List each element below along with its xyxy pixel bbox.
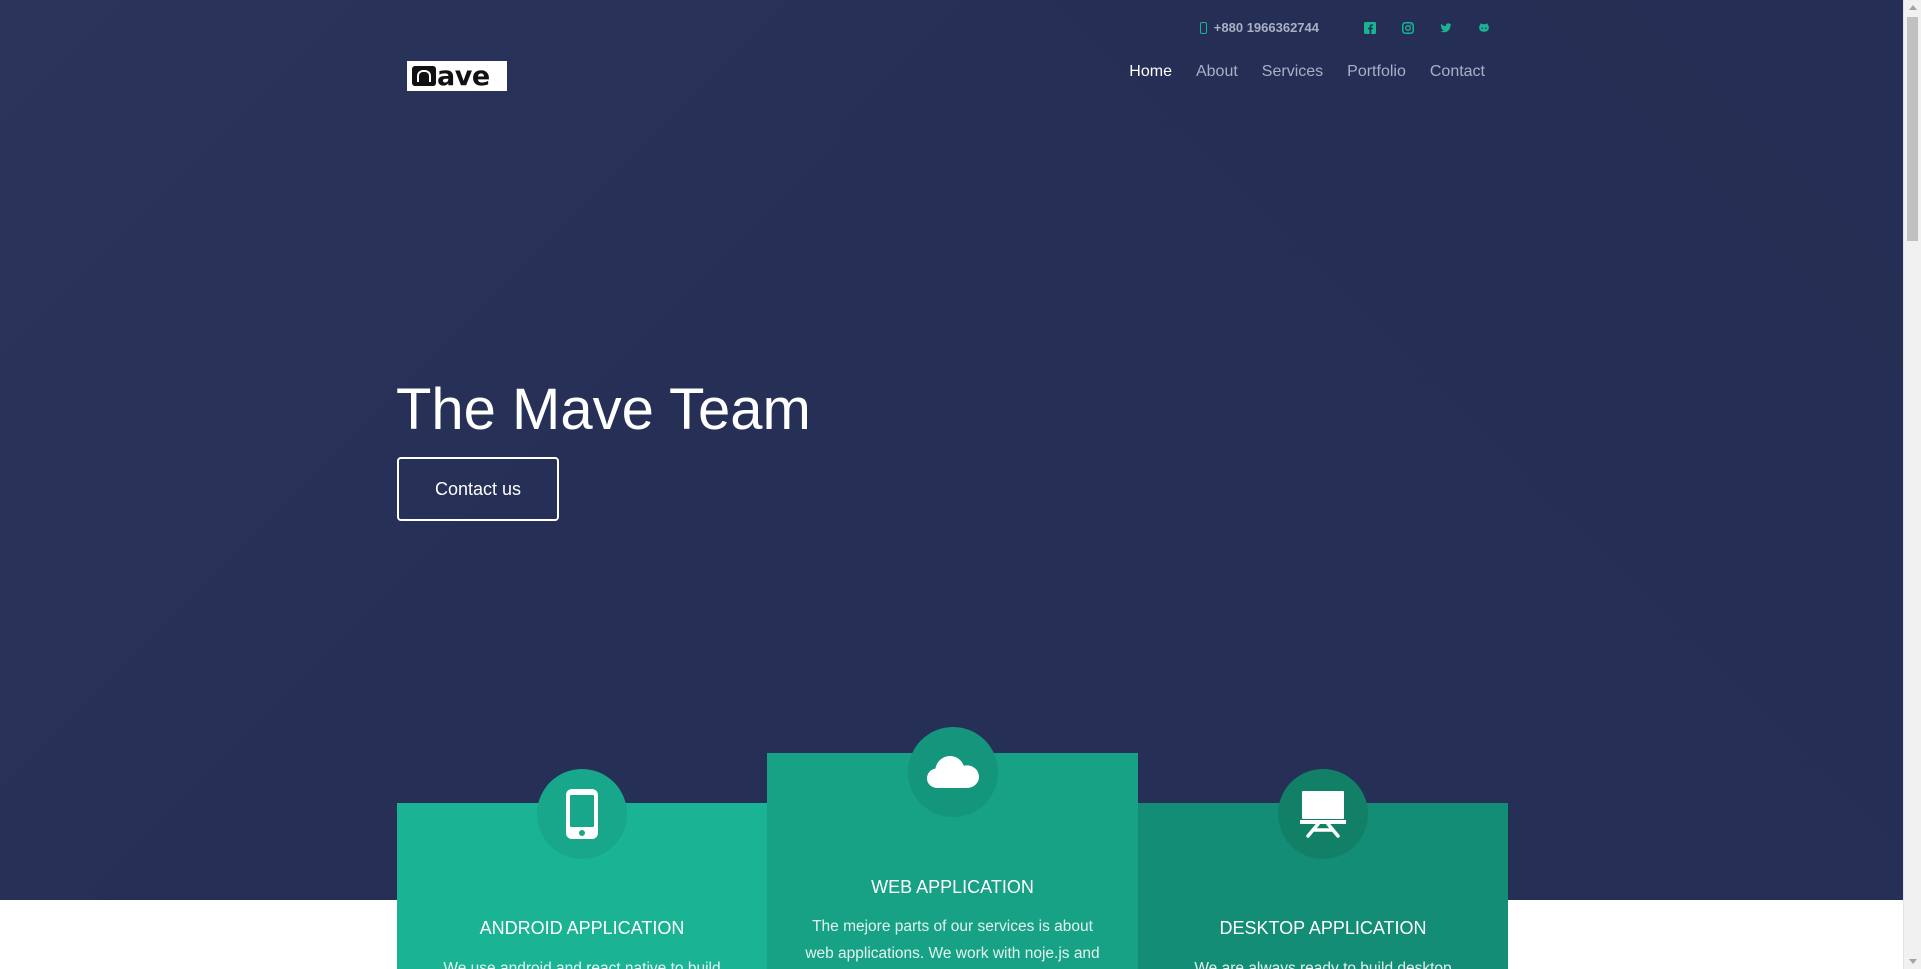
phone-number: +880 1966362744	[1213, 20, 1319, 35]
mobile-phone-icon	[566, 789, 598, 839]
github-icon	[1479, 22, 1489, 32]
desktop-card-icon-circle	[1278, 769, 1368, 859]
page: +880 1966362744 ave Home About Services …	[0, 0, 1921, 969]
desktop-card-title: DESKTOP APPLICATION	[1219, 918, 1427, 938]
phone-contact[interactable]: +880 1966362744	[1199, 20, 1319, 35]
main-navigation: Home About Services Portfolio Contact	[1105, 63, 1485, 81]
android-card-icon-circle	[537, 769, 627, 859]
scroll-down-arrow-icon[interactable]	[1909, 959, 1917, 964]
github-link[interactable]	[1477, 21, 1491, 35]
service-card-desktop: DESKTOP APPLICATION We are always ready …	[1138, 769, 1508, 969]
contact-us-button[interactable]: Contact us	[397, 457, 559, 521]
logo-m-mark-icon	[412, 66, 436, 86]
desktop-card-text: We are always ready to build desktop	[1194, 960, 1452, 969]
facebook-link[interactable]	[1363, 21, 1377, 35]
nav-contact[interactable]: Contact	[1430, 63, 1485, 81]
nav-about[interactable]: About	[1196, 63, 1238, 81]
nav-home[interactable]: Home	[1129, 63, 1172, 81]
instagram-link[interactable]	[1401, 21, 1415, 35]
top-contact-bar: +880 1966362744	[1199, 20, 1491, 35]
web-card-icon-circle	[907, 727, 998, 817]
nav-services[interactable]: Services	[1262, 63, 1323, 81]
scrollbar-thumb[interactable]	[1907, 17, 1918, 241]
service-card-android: ANDROID APPLICATION We use android and r…	[397, 769, 767, 969]
vertical-scrollbar[interactable]	[1903, 0, 1921, 969]
site-logo[interactable]: ave	[407, 61, 507, 91]
nav-portfolio[interactable]: Portfolio	[1347, 63, 1406, 81]
web-card-text: The mejore parts of our services is abou…	[805, 918, 1100, 962]
hero-title: The Mave Team	[396, 377, 811, 442]
scroll-up-arrow-icon[interactable]	[1909, 5, 1917, 10]
android-card-text: We use android and react native to build	[443, 960, 721, 969]
facebook-icon	[1364, 21, 1376, 34]
android-card-title: ANDROID APPLICATION	[479, 918, 685, 938]
desktop-easel-icon	[1300, 791, 1346, 838]
mobile-phone-icon	[1199, 21, 1207, 34]
twitter-icon	[1440, 22, 1452, 32]
cloud-icon	[926, 756, 979, 788]
web-card-title: WEB APPLICATION	[871, 877, 1034, 897]
instagram-icon	[1402, 21, 1414, 34]
service-card-web: WEB APPLICATION The mejore parts of our …	[767, 727, 1138, 969]
logo-text: ave	[437, 60, 490, 92]
twitter-link[interactable]	[1439, 21, 1453, 35]
